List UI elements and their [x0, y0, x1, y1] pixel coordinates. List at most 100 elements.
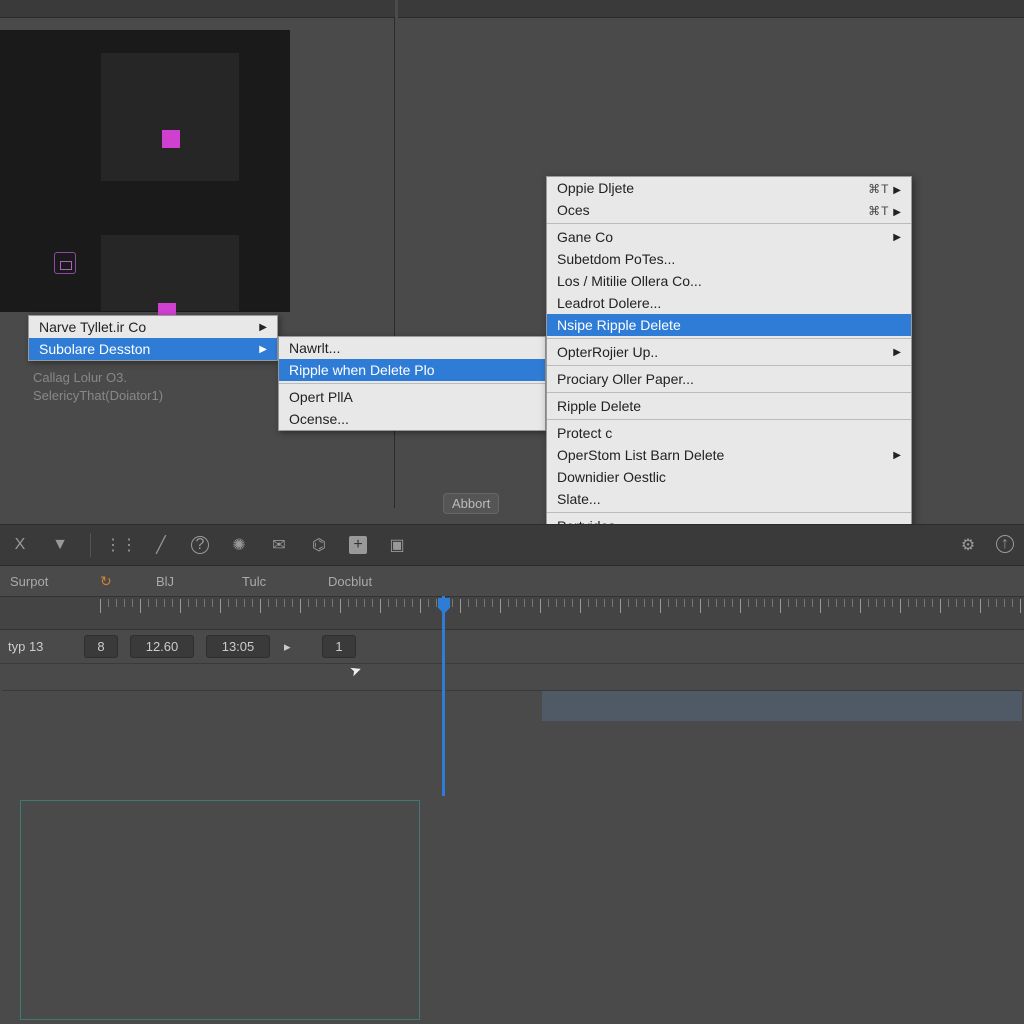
row-value[interactable]: 12.60	[130, 635, 194, 658]
context-menu-2[interactable]: Nawrlt... Ripple when Delete Plo Opert P…	[278, 336, 546, 431]
menu-item-highlighted[interactable]: Subolare Desston ▶	[29, 338, 277, 360]
add-icon[interactable]: +	[349, 536, 367, 554]
viewer-panel	[0, 18, 395, 508]
tool-icon[interactable]	[54, 252, 76, 274]
menu-item-label: Ripple when Delete Plo	[289, 362, 435, 378]
menu-separator	[547, 338, 911, 339]
menu-item[interactable]: Nawrlt...	[279, 337, 545, 359]
col-header: Surpot	[0, 574, 90, 589]
grid-block	[100, 234, 240, 312]
toolbar: X ▼ ⋮⋮ ╱ ? ✺ ✉ ⌬ + ▣ ⚙ ↑	[0, 524, 1024, 566]
menu-item-label: Slate...	[557, 491, 601, 507]
gear-icon[interactable]: ⚙	[958, 535, 978, 555]
tab-strip-left	[0, 0, 395, 18]
menu-item-label: OpterRojier Up..	[557, 344, 658, 360]
menu-item[interactable]: Protect c	[547, 422, 911, 444]
menu-item[interactable]: Oppie Dljete ⌘T ▶	[547, 177, 911, 199]
menu-item-label: Downidier Oestlic	[557, 469, 666, 485]
selection-marker	[158, 303, 176, 315]
row-value[interactable]: 8	[84, 635, 118, 658]
submenu-arrow-icon: ▶	[893, 185, 901, 196]
timeline-row[interactable]: typ 13 8 12.60 13:05 ▸ 1	[0, 630, 1024, 664]
row-value[interactable]: 1	[322, 635, 356, 658]
menu-item[interactable]: Oces ⌘T ▶	[547, 199, 911, 221]
submenu-arrow-icon: ▶	[259, 344, 267, 355]
context-menu-1[interactable]: Narve Tyllet.ir Co ▶ Subolare Desston ▶	[28, 315, 278, 361]
close-icon[interactable]: X	[10, 535, 30, 555]
timeline-ruler[interactable]	[0, 596, 1024, 630]
submenu-arrow-icon: ▶	[893, 232, 901, 243]
menu-item-label: Oces	[557, 202, 590, 218]
menu-item[interactable]: Downidier Oestlic	[547, 466, 911, 488]
shortcut-label: ⌘T	[868, 204, 889, 218]
submenu-arrow-icon: ▶	[893, 347, 901, 358]
timeline-header: Surpot ↻ BlJ Tulc Docblut	[0, 566, 1024, 596]
menu-item-label: Ripple Delete	[557, 398, 641, 414]
menu-item[interactable]: Los / Mitilie Ollera Co...	[547, 270, 911, 292]
menu-item[interactable]: Ocense...	[279, 408, 545, 430]
menu-item-label: OperStom List Barn Delete	[557, 447, 724, 463]
menu-item[interactable]: OperStom List Barn Delete ▶	[547, 444, 911, 466]
menu-item[interactable]: Narve Tyllet.ir Co ▶	[29, 316, 277, 338]
menu-item-label: Los / Mitilie Ollera Co...	[557, 273, 702, 289]
menu-item[interactable]: Gane Co▶	[547, 226, 911, 248]
menu-item-highlighted[interactable]: Nsipe Ripple Delete	[547, 314, 911, 336]
selection-marker[interactable]	[162, 130, 180, 148]
menu-item[interactable]: Slate...	[547, 488, 911, 510]
menu-item-label: Opert PllA	[289, 389, 353, 405]
col-header: BlJ	[146, 574, 232, 589]
menu-separator	[547, 365, 911, 366]
menu-item[interactable]: Opert PllA	[279, 386, 545, 408]
viewer-canvas[interactable]	[0, 30, 290, 312]
status-text: SelericyThat(Doiator1)	[33, 388, 163, 403]
menu-separator	[547, 419, 911, 420]
menu-item-label: Leadrot Dolere...	[557, 295, 661, 311]
loop-icon[interactable]: ↻	[90, 573, 146, 590]
playhead[interactable]	[442, 596, 445, 796]
shortcut-label: ⌘T	[868, 182, 889, 196]
menu-item-label: Protect c	[557, 425, 612, 441]
flame-icon[interactable]: ✺	[229, 535, 249, 555]
grip-icon[interactable]: ⋮⋮	[111, 535, 131, 555]
submenu-arrow-icon: ▶	[893, 207, 901, 218]
menu-item[interactable]: Leadrot Dolere...	[547, 292, 911, 314]
menu-item-label: Prociary Oller Paper...	[557, 371, 694, 387]
menu-separator	[547, 392, 911, 393]
image-icon[interactable]: ▣	[387, 535, 407, 555]
menu-item[interactable]: Ripple Delete	[547, 395, 911, 417]
menu-separator	[547, 512, 911, 513]
menu-item-highlighted[interactable]: Ripple when Delete Plo	[279, 359, 545, 381]
help-icon[interactable]: ?	[191, 536, 209, 554]
status-text: Callag Lolur O3.	[33, 370, 127, 385]
grid-block	[100, 52, 240, 182]
submenu-arrow-icon: ▶	[893, 450, 901, 461]
menu-item-label: Oppie Dljete	[557, 180, 634, 196]
menu-separator	[547, 223, 911, 224]
col-header: Docblut	[318, 574, 418, 589]
menu-item-label: Nawrlt...	[289, 340, 340, 356]
slash-icon[interactable]: ╱	[151, 535, 171, 555]
abort-button[interactable]: Abbort	[443, 493, 499, 514]
menu-item-label: Nsipe Ripple Delete	[557, 317, 681, 333]
menu-separator	[279, 383, 545, 384]
menu-item-label: Narve Tyllet.ir Co	[39, 319, 146, 335]
bug-icon[interactable]: ⌬	[309, 535, 329, 555]
row-value[interactable]: 13:05	[206, 635, 270, 658]
menu-item[interactable]: Subetdom PoTes...	[547, 248, 911, 270]
tab-strip-right	[398, 0, 1024, 18]
menu-item-label: Subolare Desston	[39, 341, 150, 357]
menu-item[interactable]: OpterRojier Up.. ▶	[547, 341, 911, 363]
menu-item[interactable]: Prociary Oller Paper...	[547, 368, 911, 390]
menu-item-label: Ocense...	[289, 411, 349, 427]
submenu-arrow-icon: ▶	[259, 322, 267, 333]
row-name: typ 13	[0, 639, 78, 654]
separator	[90, 533, 91, 557]
track-area[interactable]	[2, 690, 1022, 750]
mail-icon[interactable]: ✉	[269, 535, 289, 555]
upload-icon[interactable]: ↑	[996, 535, 1014, 553]
dropdown-icon[interactable]: ▼	[50, 535, 70, 555]
clip-region[interactable]	[542, 691, 1022, 721]
row-value: ▸	[276, 639, 316, 655]
menu-item-label: Subetdom PoTes...	[557, 251, 675, 267]
selection-box	[20, 800, 420, 1020]
